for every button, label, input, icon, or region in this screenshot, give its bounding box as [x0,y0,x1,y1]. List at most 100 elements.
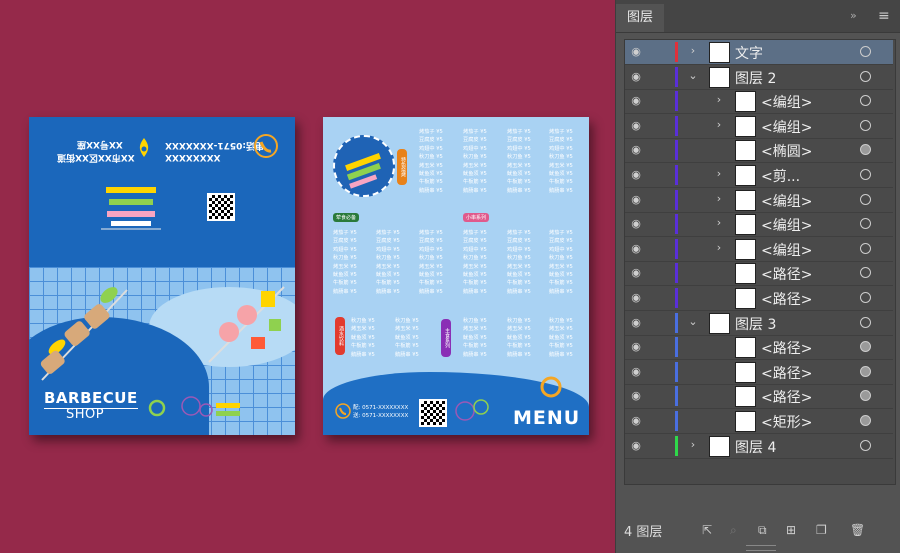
target-circle-icon[interactable] [860,144,871,156]
layer-row[interactable]: ◉ <矩形> [625,409,893,434]
collapse-arrow-icon[interactable]: ⌄ [687,315,699,328]
expand-arrow-icon[interactable]: › [713,241,725,254]
target-circle-icon[interactable] [860,119,871,131]
expand-arrow-icon[interactable]: › [687,438,699,451]
layer-name[interactable]: <编组> [761,92,812,112]
target-circle-icon[interactable] [860,267,871,279]
visibility-eye-icon[interactable]: ◉ [629,193,643,207]
visibility-eye-icon[interactable]: ◉ [629,340,643,354]
target-circle-icon[interactable] [860,218,871,230]
clipping-mask-icon[interactable]: ⧉ [758,523,767,538]
visibility-eye-icon[interactable]: ◉ [629,45,643,59]
target-circle-icon[interactable] [860,415,871,426]
layer-row[interactable]: ◉ <椭圆> [625,138,893,164]
expand-arrow-icon[interactable]: › [713,118,725,131]
expand-arrow-icon[interactable]: › [713,192,725,205]
new-sublayer-icon[interactable]: ⊞ [786,523,796,537]
layer-row[interactable]: ◉ ⌄ 图层 3 [625,311,893,336]
target-circle-icon[interactable] [860,341,871,353]
layer-row[interactable]: ◉ › <编组> [625,114,893,139]
layer-row[interactable]: ◉ <路径> [625,286,893,311]
layer-name[interactable]: <椭圆> [761,141,812,161]
visibility-eye-icon[interactable]: ◉ [629,242,643,256]
layer-row[interactable]: ◉ › <编组> [625,188,893,213]
visibility-eye-icon[interactable]: ◉ [629,119,643,133]
visibility-eye-icon[interactable]: ◉ [629,70,643,84]
layer-row[interactable]: ◉ › <编组> [625,89,893,115]
visibility-eye-icon[interactable]: ◉ [629,365,643,379]
layer-thumbnail [735,214,756,236]
layer-name[interactable]: 图层 4 [735,437,776,457]
collapse-arrow-icon[interactable]: ⌄ [687,69,699,82]
target-circle-icon[interactable] [860,390,871,402]
target-circle-icon[interactable] [860,95,871,107]
visibility-eye-icon[interactable]: ◉ [629,94,643,108]
layer-row[interactable]: ◉ › <剪... [625,163,893,188]
layer-name[interactable]: <编组> [761,191,812,211]
badge-special-bbq: 特色烧烤 [397,149,407,185]
layer-name[interactable]: <编组> [761,240,812,260]
resize-handle[interactable] [746,545,776,551]
layer-row[interactable]: ◉ <路径> [625,261,893,287]
artboard-canvas[interactable]: 电话:0571-XXXXXXX XXXXXXXX XX市XX区XX街道 XX号X… [0,0,615,553]
new-layer-icon[interactable]: ❐ [816,523,827,537]
visibility-eye-icon[interactable]: ◉ [629,439,643,453]
layer-name[interactable]: <路径> [761,289,812,309]
layer-name[interactable]: 文字 [735,43,763,63]
target-circle-icon[interactable] [860,169,871,180]
target-circle-icon[interactable] [860,193,871,205]
layer-list[interactable]: ◉ › 文字 ◉ ⌄ 图层 2 ◉ › <编组> ◉ › <编组> ◉ <椭圆> ◉ › <剪... ◉ › <编组>… [624,39,896,485]
pill-meat-essentials: 荤食必备 [333,213,360,222]
panel-menu-icon[interactable]: ≡ [878,8,890,24]
layer-name[interactable]: <路径> [761,264,812,284]
target-circle-icon[interactable] [860,242,871,254]
flyer-menu[interactable]: 特色烧烤 烤茄子 ¥5 豆腐皮 ¥5 鸡翅中 ¥5 秋刀鱼 ¥5 烤玉米 ¥5 鱿鱼须 ¥… [323,117,589,435]
layer-row[interactable]: ◉ <路径> [625,384,893,410]
layer-name[interactable]: <路径> [761,387,812,407]
layers-panel[interactable]: 图层 » ≡ ◉ › 文字 ◉ ⌄ 图层 2 ◉ › <编组> ◉ › <编组> ◉ <椭圆> ◉ › <剪..… [615,0,900,553]
layer-name[interactable]: <编组> [761,215,812,235]
layer-name[interactable]: <路径> [761,338,812,358]
expand-arrow-icon[interactable]: › [687,44,699,57]
target-circle-icon[interactable] [860,292,871,303]
visibility-eye-icon[interactable]: ◉ [629,291,643,305]
visibility-eye-icon[interactable]: ◉ [629,389,643,403]
target-circle-icon[interactable] [860,365,871,377]
collapse-panel-icon[interactable]: » [850,9,857,22]
layer-row[interactable]: ◉ › <编组> [625,212,893,238]
layer-thumbnail [735,386,756,408]
expand-arrow-icon[interactable]: › [713,216,725,229]
visibility-eye-icon[interactable]: ◉ [629,266,643,280]
visibility-eye-icon[interactable]: ◉ [629,217,643,231]
phone-icon [335,403,351,419]
layer-row[interactable]: ◉ › 文字 [625,40,893,65]
expand-arrow-icon[interactable]: › [713,167,725,180]
layer-row[interactable]: ◉ › 图层 4 [625,434,893,459]
visibility-eye-icon[interactable]: ◉ [629,168,643,182]
layer-name[interactable]: <路径> [761,363,812,383]
layer-name[interactable]: 图层 3 [735,314,776,334]
layer-row[interactable]: ◉ <路径> [625,360,893,385]
layer-name[interactable]: 图层 2 [735,68,776,88]
visibility-eye-icon[interactable]: ◉ [629,414,643,428]
layer-color-indicator [675,386,678,407]
layer-name[interactable]: <编组> [761,117,812,137]
target-circle-icon[interactable] [860,46,871,57]
layers-tab[interactable]: 图层 [616,4,664,32]
target-circle-icon[interactable] [860,439,871,451]
visibility-eye-icon[interactable]: ◉ [629,143,643,157]
target-circle-icon[interactable] [860,70,871,82]
export-icon[interactable]: ⇱ [702,523,712,537]
layer-name[interactable]: <剪... [761,166,800,186]
expand-arrow-icon[interactable]: › [713,93,725,106]
delete-icon[interactable]: 🗑 [850,523,865,537]
layer-row[interactable]: ◉ › <编组> [625,237,893,262]
layer-row[interactable]: ◉ ⌄ 图层 2 [625,65,893,90]
layer-name[interactable]: <矩形> [761,412,812,432]
locate-object-icon[interactable]: ⌕ [730,523,737,538]
layer-row[interactable]: ◉ <路径> [625,335,893,361]
upside-tel-line2: XXXXXXXX [165,152,221,162]
flyer-front[interactable]: 电话:0571-XXXXXXX XXXXXXXX XX市XX区XX街道 XX号X… [29,117,295,435]
visibility-eye-icon[interactable]: ◉ [629,316,643,330]
target-circle-icon[interactable] [860,316,871,328]
